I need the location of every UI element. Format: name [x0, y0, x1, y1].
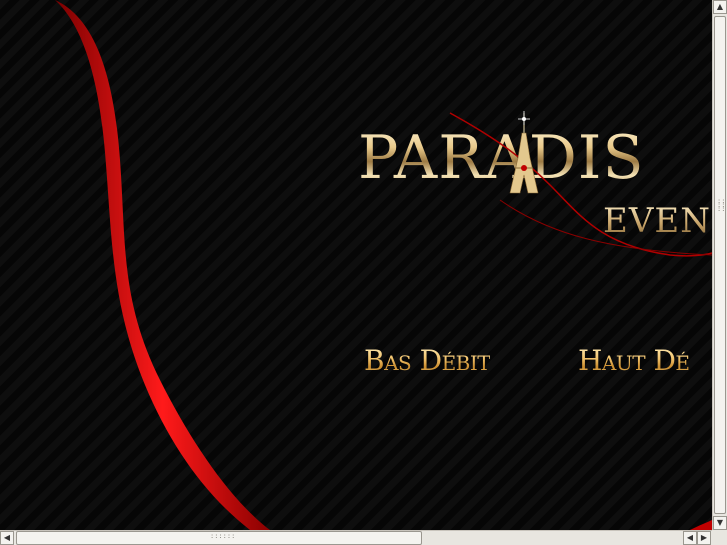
high-bandwidth-link[interactable]: Haut Dé [578, 344, 690, 377]
grip-icon: ::::::::: [717, 197, 727, 213]
scrollbar-corner [712, 530, 727, 545]
arrow-down-icon[interactable]: ▼ [713, 516, 727, 530]
low-bandwidth-link[interactable]: Bas Débit [364, 344, 491, 377]
grip-icon: :::::: [210, 532, 236, 540]
paradis-events-logo[interactable]: PARADIS EVEN [350, 105, 712, 265]
vertical-scroll-thumb[interactable]: ::::::::: [714, 16, 727, 514]
eiffel-tower-icon [449, 111, 712, 257]
horizontal-scrollbar[interactable]: ◀ :::::: ◀ ▶ [0, 530, 712, 545]
vertical-scrollbar[interactable]: ▲ ::::::::: ▼ [712, 0, 727, 530]
arrow-left-icon[interactable]: ◀ [683, 531, 697, 545]
red-ribbon-decoration [55, 0, 712, 530]
arrow-right-icon[interactable]: ▶ [697, 531, 711, 545]
page-viewport: PARADIS EVEN Bas Débit Haut Dé [0, 0, 712, 530]
arrow-up-icon[interactable]: ▲ [713, 0, 727, 14]
arrow-left-icon[interactable]: ◀ [0, 531, 14, 545]
horizontal-scroll-thumb[interactable]: :::::: [16, 531, 422, 545]
